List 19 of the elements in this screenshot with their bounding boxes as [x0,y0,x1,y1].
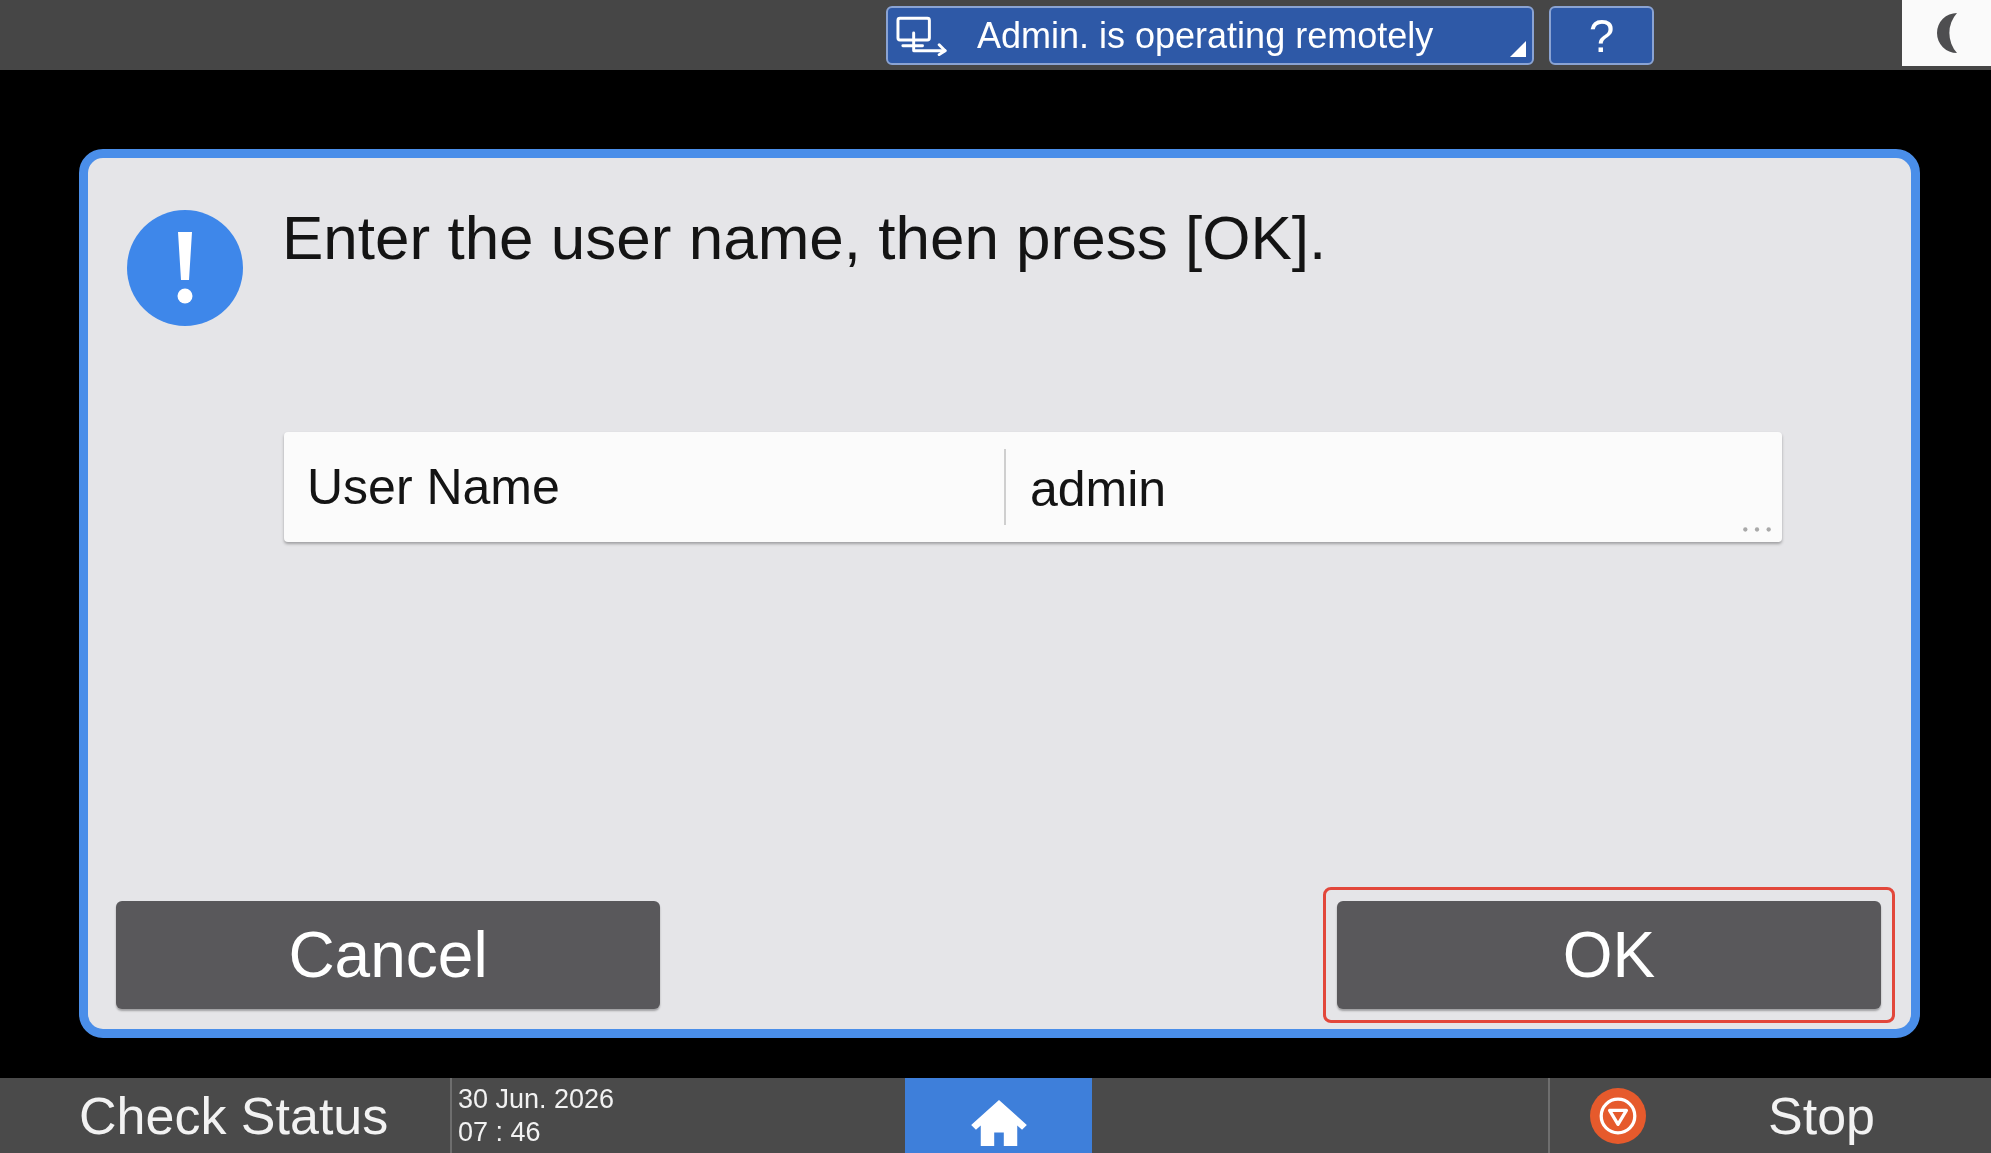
date-text: 30 Jun. 2026 [458,1082,615,1116]
moon-icon [1936,13,1957,53]
exclamation-icon [127,210,243,326]
input-field[interactable]: admin [1006,432,1782,542]
check-status-button[interactable]: Check Status [0,1078,450,1153]
dialog-button[interactable]: OK [1337,901,1881,1009]
remote-screen-icon [896,15,949,56]
field-label: User Name [306,458,561,516]
home-button[interactable] [905,1078,1092,1153]
time-text: 07 : 46 [458,1115,541,1149]
sleep-button[interactable] [1902,0,1991,66]
home-icon [969,1099,1028,1147]
dialog-button[interactable]: Cancel [116,901,660,1009]
stop-icon [1590,1087,1646,1144]
remote-status-button[interactable]: Admin. is operating remotely [886,6,1534,65]
help-button[interactable]: ? [1549,6,1654,65]
corner-triangle-icon [1510,41,1526,57]
stop-button[interactable]: Stop [1550,1078,1991,1153]
more-dots-icon [1742,527,1772,532]
